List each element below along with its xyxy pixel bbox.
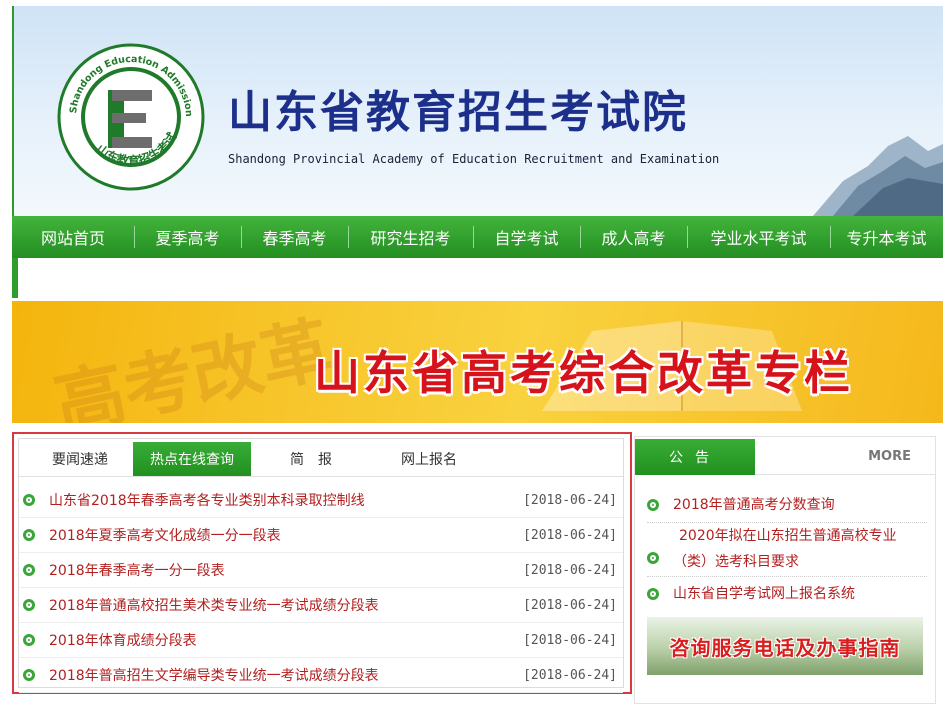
site-subtitle-en: Shandong Provincial Academy of Education… bbox=[228, 152, 720, 166]
tab-online-registration[interactable]: 网上报名 bbox=[371, 442, 487, 476]
notice-panel: 公告 MORE 2018年普通高考分数查询 2020年拟在山东招生普通高校专业（… bbox=[634, 436, 936, 704]
tab-news-express[interactable]: 要闻速递 bbox=[25, 442, 135, 476]
hotline-label: 咨询服务电话及办事指南 bbox=[669, 635, 901, 660]
reform-banner[interactable]: 高考改革 山东省高考综合改革专栏 bbox=[12, 301, 943, 423]
news-link[interactable]: 2018年夏季高考文化成绩一分一段表 bbox=[49, 525, 281, 545]
bullet-icon bbox=[23, 529, 35, 541]
notice-item: 2018年普通高考分数查询 bbox=[647, 487, 927, 523]
news-inner: 要闻速递 热点在线查询 简 报 网上报名 山东省2018年春季高考各专业类别本科… bbox=[18, 438, 624, 693]
nav-item-7[interactable]: 专升本考试 bbox=[830, 216, 943, 258]
academy-seal-logo[interactable]: Shandong Education Admissions & Examinat… bbox=[56, 42, 206, 192]
page: Shandong Education Admissions & Examinat… bbox=[0, 0, 943, 716]
nav-item-6[interactable]: 学业水平考试 bbox=[687, 216, 830, 258]
notice-item: 2020年拟在山东招生普通高校专业（类）选考科目要求 bbox=[647, 523, 927, 577]
news-row: 2018年普通高校招生美术类专业统一考试成绩分段表 [2018-06-24] bbox=[19, 588, 623, 623]
bullet-icon bbox=[23, 634, 35, 646]
news-row: 2018年普高招生文学编导类专业统一考试成绩分段表 [2018-06-24] bbox=[19, 658, 623, 693]
nav-strip-decoration bbox=[12, 258, 18, 298]
notice-link[interactable]: 2020年拟在山东招生普通高校专业（类）选考科目要求 bbox=[673, 523, 907, 575]
news-row: 2018年春季高考一分一段表 [2018-06-24] bbox=[19, 553, 623, 588]
main-nav: 网站首页 夏季高考 春季高考 研究生招考 自学考试 成人高考 学业水平考试 专升本考试 bbox=[12, 216, 943, 258]
nav-item-3[interactable]: 研究生招考 bbox=[348, 216, 473, 258]
news-row: 山东省2018年春季高考各专业类别本科录取控制线 [2018-06-24] bbox=[19, 483, 623, 518]
news-link[interactable]: 2018年普高招生文学编导类专业统一考试成绩分段表 bbox=[49, 665, 379, 685]
nav-item-4[interactable]: 自学考试 bbox=[473, 216, 580, 258]
bullet-icon bbox=[23, 494, 35, 506]
notice-link[interactable]: 山东省自学考试网上报名系统 bbox=[673, 581, 855, 607]
tab-bulletin[interactable]: 简 报 bbox=[251, 442, 371, 476]
banner-title: 山东省高考综合改革专栏 bbox=[314, 346, 853, 400]
site-header: Shandong Education Admissions & Examinat… bbox=[12, 6, 943, 216]
bullet-icon bbox=[647, 498, 659, 511]
site-title: 山东省教育招生考试院 bbox=[228, 87, 688, 138]
nav-item-2[interactable]: 春季高考 bbox=[241, 216, 348, 258]
bullet-icon bbox=[23, 599, 35, 611]
nav-item-5[interactable]: 成人高考 bbox=[580, 216, 687, 258]
nav-item-0[interactable]: 网站首页 bbox=[12, 216, 134, 258]
news-date: [2018-06-24] bbox=[523, 597, 617, 613]
news-date: [2018-06-24] bbox=[523, 527, 617, 543]
news-link[interactable]: 2018年体育成绩分段表 bbox=[49, 630, 197, 650]
tab-hot-query[interactable]: 热点在线查询 bbox=[133, 442, 251, 476]
banner-ghost-decoration: 高考改革 bbox=[47, 306, 339, 423]
news-link[interactable]: 2018年普通高校招生美术类专业统一考试成绩分段表 bbox=[49, 595, 379, 615]
notice-list: 2018年普通高考分数查询 2020年拟在山东招生普通高校专业（类）选考科目要求… bbox=[647, 487, 927, 611]
news-row: 2018年夏季高考文化成绩一分一段表 [2018-06-24] bbox=[19, 518, 623, 553]
news-link[interactable]: 山东省2018年春季高考各专业类别本科录取控制线 bbox=[49, 490, 365, 510]
tab-notice[interactable]: 公告 bbox=[635, 439, 755, 475]
news-date: [2018-06-24] bbox=[523, 562, 617, 578]
bullet-icon bbox=[647, 552, 659, 564]
more-link[interactable]: MORE bbox=[868, 449, 911, 464]
news-date: [2018-06-24] bbox=[523, 492, 617, 508]
mountain-decoration-icon bbox=[813, 136, 943, 216]
notice-item: 山东省自学考试网上报名系统 bbox=[647, 577, 927, 611]
news-tabs: 要闻速递 热点在线查询 简 报 网上报名 bbox=[19, 439, 623, 477]
bullet-icon bbox=[23, 669, 35, 681]
news-panel: 要闻速递 热点在线查询 简 报 网上报名 山东省2018年春季高考各专业类别本科… bbox=[12, 432, 632, 694]
news-list: 山东省2018年春季高考各专业类别本科录取控制线 [2018-06-24] 2018… bbox=[19, 483, 623, 693]
notice-link[interactable]: 2018年普通高考分数查询 bbox=[673, 492, 835, 518]
hotline-banner[interactable]: 咨询服务电话及办事指南 bbox=[647, 617, 923, 675]
news-row: 2018年体育成绩分段表 [2018-06-24] bbox=[19, 623, 623, 658]
news-date: [2018-06-24] bbox=[523, 632, 617, 648]
bullet-icon bbox=[647, 588, 659, 600]
nav-item-1[interactable]: 夏季高考 bbox=[134, 216, 241, 258]
bullet-icon bbox=[23, 564, 35, 576]
notice-header: 公告 MORE bbox=[635, 437, 935, 475]
news-link[interactable]: 2018年春季高考一分一段表 bbox=[49, 560, 225, 580]
news-date: [2018-06-24] bbox=[523, 667, 617, 683]
